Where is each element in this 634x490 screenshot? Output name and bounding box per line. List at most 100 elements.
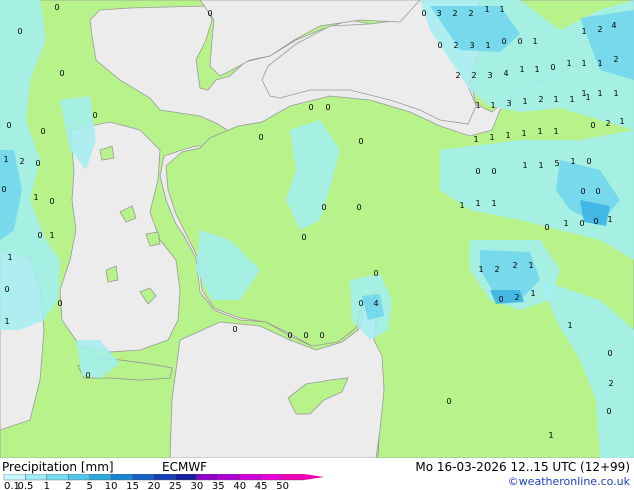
precip-value-label: 1 <box>522 161 527 170</box>
precip-value-label: 0 <box>421 9 426 18</box>
precip-value-label: 2 <box>514 293 519 302</box>
scale-label: 0.5 <box>17 481 33 490</box>
precip-value-label: 0 <box>586 157 591 166</box>
map-footer: Precipitation [mm] ECMWF Mo 16-03-2026 1… <box>0 458 634 490</box>
precip-value-label: 3 <box>469 41 474 50</box>
color-scale-bar: 0.10.5 1 2 5 10 15 20 25 30 35 40 45 50 <box>3 474 324 490</box>
precip-value-label: 1 <box>563 219 568 228</box>
precip-value-label: 1 <box>3 155 8 164</box>
scale-swatch <box>239 474 262 481</box>
precip-value-label: 2 <box>613 55 618 64</box>
precip-value-label: 1 <box>475 101 480 110</box>
precip-value-label: 1 <box>548 431 553 440</box>
scale-swatch <box>153 474 176 481</box>
scale-label: 20 <box>148 481 161 490</box>
precip-value-label: 0 <box>35 159 40 168</box>
precip-value-label: 0 <box>308 103 313 112</box>
scale-label: 45 <box>255 481 268 490</box>
precip-value-label: 0 <box>92 111 97 120</box>
precip-value-label: 2 <box>455 71 460 80</box>
precip-value-label: 1 <box>537 127 542 136</box>
precip-value-label: 0 <box>85 371 90 380</box>
precip-value-label: 1 <box>33 193 38 202</box>
precip-value-label: 3 <box>436 9 441 18</box>
precip-value-label: 1 <box>538 161 543 170</box>
scale-swatch <box>260 474 283 481</box>
credit-link[interactable]: ©weatheronline.co.uk <box>508 475 630 489</box>
precip-value-label: 0 <box>49 197 54 206</box>
scale-label: 5 <box>87 481 93 490</box>
precip-value-label: 0 <box>303 331 308 340</box>
legend-title: Precipitation [mm] <box>2 460 114 474</box>
scale-swatch <box>282 474 305 481</box>
precip-value-label: 1 <box>521 129 526 138</box>
precip-value-label: 0 <box>358 299 363 308</box>
precip-value-label: 0 <box>517 37 522 46</box>
precip-value-label: 0 <box>595 187 600 196</box>
precip-value-label: 2 <box>452 9 457 18</box>
precip-value-label: 0 <box>325 103 330 112</box>
precip-value-label: 0 <box>40 127 45 136</box>
precip-value-label: 0 <box>607 349 612 358</box>
precip-value-label: 0 <box>437 41 442 50</box>
precip-value-label: 0 <box>17 27 22 36</box>
precip-value-label: 0 <box>287 331 292 340</box>
scale-swatch <box>218 474 240 481</box>
precip-value-label: 0 <box>491 167 496 176</box>
precip-value-label: 2 <box>512 261 517 270</box>
precip-value-label: 0 <box>579 219 584 228</box>
precip-value-label: 0 <box>550 63 555 72</box>
color-scale: 0.1 0.5 1 2 5 10 15 20 25 30 35 40 45 50 <box>2 474 332 490</box>
precip-value-label: 2 <box>19 157 24 166</box>
precip-value-label: 1 <box>528 261 533 270</box>
scale-label: 25 <box>169 481 182 490</box>
precip-value-label: 1 <box>459 201 464 210</box>
precip-value-label: 1 <box>597 89 602 98</box>
precip-value-label: 0 <box>6 121 11 130</box>
precip-value-label: 4 <box>373 299 378 308</box>
precip-value-label: 1 <box>478 265 483 274</box>
precip-value-label: 1 <box>473 135 478 144</box>
precip-value-label: 0 <box>301 233 306 242</box>
scale-label: 50 <box>276 481 289 490</box>
precip-value-label: 1 <box>581 27 586 36</box>
precip-value-label: 2 <box>494 265 499 274</box>
precip-value-label: 2 <box>605 119 610 128</box>
precip-value-label: 1 <box>581 59 586 68</box>
precip-value-label: 1 <box>567 321 572 330</box>
precip-value-label: 0 <box>358 137 363 146</box>
scale-swatch <box>25 474 48 481</box>
scale-label: 40 <box>233 481 246 490</box>
precip-value-label: 3 <box>487 71 492 80</box>
precip-value-label: 0 <box>4 285 9 294</box>
precip-value-label: 1 <box>484 5 489 14</box>
scale-arrow <box>304 474 324 480</box>
precip-value-label: 2 <box>471 71 476 80</box>
valid-time: Mo 16-03-2026 12..15 UTC (12+99) <box>415 460 630 474</box>
precip-value-label: 0 <box>356 203 361 212</box>
precip-value-label: 1 <box>619 117 624 126</box>
precip-value-label: 0 <box>59 69 64 78</box>
precip-value-label: 1 <box>613 89 618 98</box>
precip-value-label: 1 <box>585 93 590 102</box>
scale-label: 35 <box>212 481 225 490</box>
precip-value-label: 1 <box>553 95 558 104</box>
precip-value-label: 3 <box>506 99 511 108</box>
scale-swatch <box>68 474 90 481</box>
precip-value-label: 0 <box>57 299 62 308</box>
precip-value-label: 1 <box>522 97 527 106</box>
precip-value-label: 0 <box>580 187 585 196</box>
precip-value-label: 2 <box>608 379 613 388</box>
precip-value-label: 2 <box>468 9 473 18</box>
precip-value-label: 1 <box>485 41 490 50</box>
precip-value-label: 0 <box>544 223 549 232</box>
precip-value-label: 0 <box>232 325 237 334</box>
precip-value-label: 0 <box>319 331 324 340</box>
precip-value-label: 1 <box>505 131 510 140</box>
precip-value-label: 1 <box>534 65 539 74</box>
precip-value-label: 0 <box>1 185 6 194</box>
precip-value-label: 4 <box>611 21 616 30</box>
precip-value-label: 0 <box>373 269 378 278</box>
precip-value-label: 0 <box>501 37 506 46</box>
precip-value-label: 1 <box>7 253 12 262</box>
